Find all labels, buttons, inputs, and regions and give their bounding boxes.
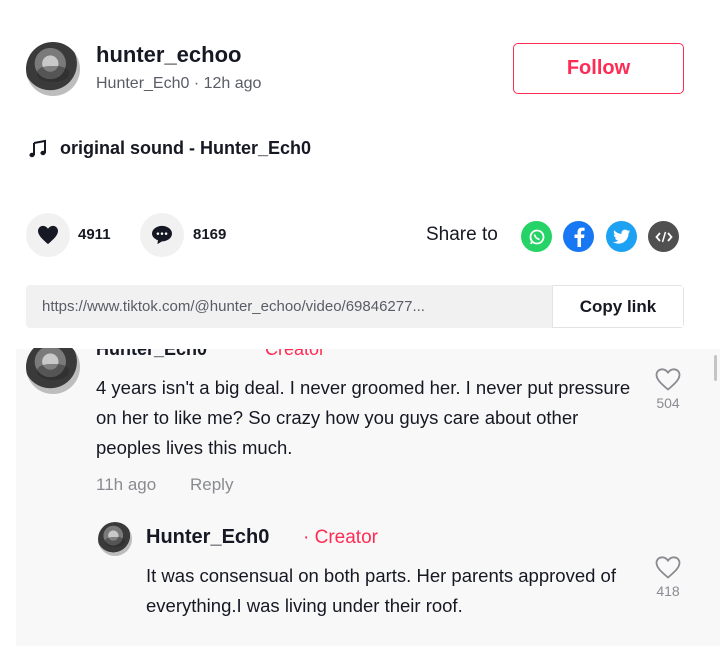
scrollbar[interactable] (714, 355, 717, 381)
video-url: https://www.tiktok.com/@hunter_echoo/vid… (42, 298, 425, 315)
heart-outline-icon (655, 368, 681, 391)
embed-icon[interactable] (648, 221, 679, 252)
sound-label: original sound - Hunter_Ech0 (60, 138, 312, 158)
music-note-icon (29, 139, 46, 157)
author-display-name[interactable]: Hunter_Ech0 (96, 75, 189, 92)
like-button[interactable] (26, 213, 70, 257)
author-username[interactable]: hunter_echoo (96, 42, 241, 68)
heart-icon (38, 225, 58, 245)
comment-time: 11h ago (96, 475, 157, 494)
subline-separator: · (189, 75, 204, 92)
reply-creator-badge: · Creator (303, 527, 378, 548)
whatsapp-icon[interactable] (521, 221, 552, 252)
reply-avatar[interactable] (98, 522, 132, 556)
video-link-bar: https://www.tiktok.com/@hunter_echoo/vid… (26, 285, 684, 328)
reply-text: It was consensual on both parts. Her par… (146, 565, 616, 616)
follow-button[interactable]: Follow (513, 43, 684, 94)
twitter-icon[interactable] (606, 221, 637, 252)
comment-like-button[interactable]: 504 (650, 368, 686, 411)
post-time: 12h ago (203, 75, 262, 92)
reply-button[interactable]: Reply (190, 475, 233, 495)
author-avatar[interactable] (26, 42, 80, 96)
share-label: Share to (426, 224, 498, 245)
comment-button[interactable] (140, 213, 184, 257)
comment-like-count: 504 (656, 395, 680, 411)
comment-author-name[interactable]: Hunter_Ech0 (96, 349, 207, 360)
heart-outline-icon (655, 556, 681, 579)
facebook-icon[interactable] (563, 221, 594, 252)
comment-avatar[interactable] (26, 348, 80, 394)
comment-count: 8169 (193, 226, 227, 243)
creator-badge: Creator (265, 339, 326, 359)
comment-text: 4 years isn't a big deal. I never groome… (96, 377, 631, 458)
comment-icon (152, 225, 172, 245)
reply-like-button[interactable]: 418 (650, 556, 686, 599)
sound-link[interactable]: original sound - Hunter_Ech0 (28, 138, 311, 159)
like-count: 4911 (78, 226, 111, 243)
author-subline: Hunter_Ech0 · 12h ago (96, 75, 261, 93)
copy-link-button[interactable]: Copy link (552, 285, 684, 328)
reply-author-name[interactable]: Hunter_Ech0 (146, 526, 269, 549)
reply-like-count: 418 (656, 583, 680, 599)
